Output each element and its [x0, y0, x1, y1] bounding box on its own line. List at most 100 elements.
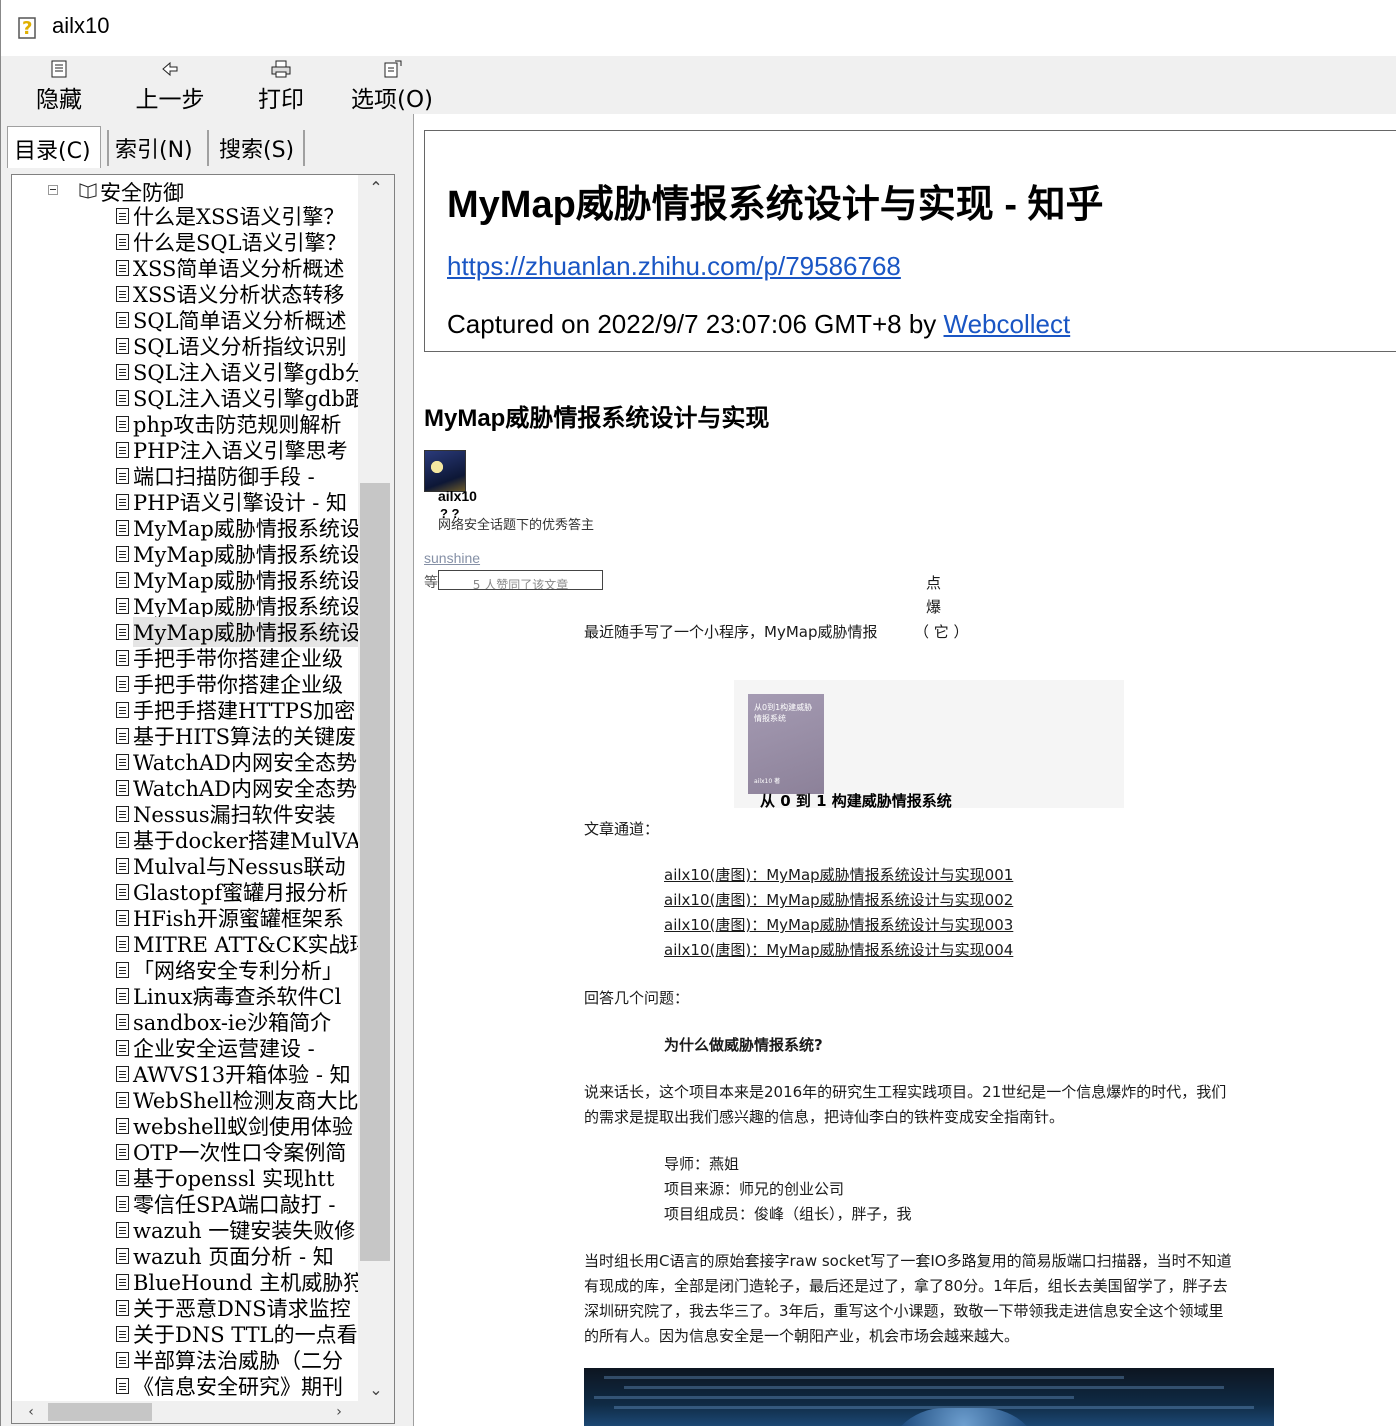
tree-item[interactable]: 什么是XSS语义引擎？ — [116, 203, 358, 229]
tree-item[interactable]: MyMap威胁情报系统设 — [116, 593, 358, 619]
scroll-right-icon[interactable]: › — [324, 1401, 354, 1423]
tree-item[interactable]: php攻击防范规则解析 — [116, 411, 358, 437]
tab-contents[interactable]: 目录(C) — [7, 126, 101, 168]
page-icon — [116, 416, 129, 432]
tree-item[interactable]: PHP语义引擎设计 - 知 — [116, 489, 358, 515]
tree-item[interactable]: Mulval与Nessus联动 — [116, 853, 358, 879]
article-link[interactable]: ailx10(唐图)：MyMap威胁情报系统设计与实现001 — [664, 864, 1013, 885]
page-icon — [116, 598, 129, 614]
tree-item[interactable]: 「网络安全专利分析」 — [116, 957, 358, 983]
tree-item[interactable]: AWVS13开箱体验 - 知 — [116, 1061, 358, 1087]
vertical-scrollbar[interactable]: ⌃ ⌄ — [358, 175, 394, 1403]
page-icon — [116, 312, 129, 328]
article-link[interactable]: ailx10(唐图)：MyMap威胁情报系统设计与实现002 — [664, 889, 1013, 910]
tree-item[interactable]: WatchAD内网安全态势 — [116, 775, 358, 801]
sunshine-link[interactable]: sunshine — [424, 550, 480, 566]
tree-item[interactable]: sandbox-ie沙箱简介 — [116, 1009, 358, 1035]
collapse-icon[interactable] — [48, 185, 58, 195]
hide-button[interactable]: 隐藏 — [31, 56, 87, 114]
tree-item[interactable]: 关于DNS TTL的一点看 — [116, 1321, 358, 1347]
page-icon — [116, 884, 129, 900]
tab-search[interactable]: 搜索(S) — [213, 126, 309, 168]
back-button[interactable]: 上一步 — [131, 56, 209, 114]
tree-item[interactable]: wazuh 页面分析 - 知 — [116, 1243, 358, 1269]
tree-item[interactable]: 半部算法治威胁（二分 — [116, 1347, 358, 1373]
tree-item[interactable]: SQL简单语义分析概述 — [116, 307, 358, 333]
author-name[interactable]: ailx10 — [438, 488, 477, 504]
book-card[interactable]: 从0到1构建威胁 情报系统 ailx10 著 从 0 到 1 构建威胁情报系统 — [734, 680, 1124, 808]
tree-item[interactable]: SQL语义分析指纹识别 — [116, 333, 358, 359]
tree-item[interactable]: OTP一次性口令案例简 — [116, 1139, 358, 1165]
tree-item[interactable]: XSS简单语义分析概述 — [116, 255, 358, 281]
question-heading: 为什么做威胁情报系统? — [664, 1036, 823, 1054]
capture-info: Captured on 2022/9/7 23:07:06 GMT+8 by W… — [447, 309, 1070, 340]
tree-item[interactable]: 企业安全运营建设 - — [116, 1035, 358, 1061]
qa-label: 回答几个问题： — [584, 989, 690, 1007]
open-book-icon — [79, 183, 97, 199]
scroll-up-icon[interactable]: ⌃ — [358, 175, 394, 201]
article-link[interactable]: ailx10(唐图)：MyMap威胁情报系统设计与实现004 — [664, 939, 1013, 960]
tree-item[interactable]: 什么是SQL语义引擎？ — [116, 229, 358, 255]
tree-item[interactable]: WebShell检测友商大比 — [116, 1087, 358, 1113]
vote-count-box: 5 人赞同了该文章 — [438, 570, 603, 590]
tree-item[interactable]: Glastopf蜜罐月报分析 — [116, 879, 358, 905]
scroll-left-icon[interactable]: ‹ — [16, 1401, 46, 1423]
tree-item[interactable]: 端口扫描防御手段 - — [116, 463, 358, 489]
tree-item[interactable]: 基于docker搭建MulVA — [116, 827, 358, 853]
tree-item[interactable]: 《信息安全研究》期刊 — [116, 1373, 358, 1399]
tree-item[interactable]: 基于openssl 实现htt — [116, 1165, 358, 1191]
page-icon — [116, 858, 129, 874]
tree-item[interactable]: SQL注入语义引擎gdb分 — [116, 359, 358, 385]
tree-item[interactable]: XSS语义分析状态转移 — [116, 281, 358, 307]
page-icon — [116, 520, 129, 536]
hscrollbar-thumb[interactable] — [48, 1403, 152, 1421]
tree-item[interactable]: 零信任SPA端口敲打 - — [116, 1191, 358, 1217]
print-label: 打印 — [258, 87, 304, 113]
options-button[interactable]: 选项(O) — [347, 56, 437, 114]
webcollect-link[interactable]: Webcollect — [944, 309, 1071, 339]
image-detail — [594, 1396, 1074, 1399]
tree-item[interactable]: WatchAD内网安全态势 — [116, 749, 358, 775]
image-detail — [624, 1386, 1224, 1389]
tree-item[interactable]: 手把手带你搭建企业级 — [116, 671, 358, 697]
horizontal-scrollbar[interactable]: ‹ › — [12, 1401, 394, 1423]
paragraph-line: 深圳研究院了，我去华三了。3年后，重写这个小课题，致敬一下带领我走进信息安全这个… — [584, 1302, 1224, 1320]
tree-item[interactable]: 手把手带你搭建企业级 — [116, 645, 358, 671]
article-link[interactable]: ailx10(唐图)：MyMap威胁情报系统设计与实现003 — [664, 914, 1013, 935]
tree-item[interactable]: 关于恶意DNS请求监控 — [116, 1295, 358, 1321]
source-url-link[interactable]: https://zhuanlan.zhihu.com/p/79586768 — [447, 251, 901, 282]
tab-index[interactable]: 索引(N) — [109, 126, 205, 168]
print-button[interactable]: 打印 — [253, 56, 309, 114]
tab-search-label: 搜索(S) — [219, 138, 295, 163]
pane-splitter[interactable] — [406, 114, 414, 1426]
book-caption: 从 0 到 1 构建威胁情报系统 — [760, 792, 952, 808]
page-icon — [116, 832, 129, 848]
paragraph-line: 说来话长，这个项目本来是2016年的研究生工程实践项目。21世纪是一个信息爆炸的… — [584, 1083, 1227, 1101]
tree-item[interactable]: webshell蚁剑使用体验 — [116, 1113, 358, 1139]
tree-item[interactable]: MITRE ATT&CK实战环境 — [116, 931, 358, 957]
capture-header-box: MyMap威胁情报系统设计与实现 - 知乎 https://zhuanlan.z… — [424, 130, 1396, 352]
scroll-down-icon[interactable]: ⌄ — [358, 1377, 394, 1403]
page-icon — [116, 1222, 129, 1238]
tree-item[interactable]: BlueHound 主机威胁狩 — [116, 1269, 358, 1295]
page-icon — [116, 1170, 129, 1186]
tree-item[interactable]: HFish开源蜜罐框架系 — [116, 905, 358, 931]
page-icon — [116, 650, 129, 666]
tree-item[interactable]: 手把手搭建HTTPS加密 — [116, 697, 358, 723]
tree-item[interactable]: MyMap威胁情报系统设 — [116, 617, 358, 647]
tree-item[interactable]: SQL注入语义引擎gdb跟 — [116, 385, 358, 411]
tree-item[interactable]: MyMap威胁情报系统设 — [116, 515, 358, 541]
tree-item[interactable]: MyMap威胁情报系统设 — [116, 541, 358, 567]
scrollbar-thumb[interactable] — [360, 483, 390, 1261]
vote-count-text: 5 人赞同了该文章 — [472, 578, 569, 590]
tree-item-label: 《信息安全研究》期刊 — [133, 1375, 343, 1399]
tree-item[interactable]: PHP注入语义引擎思考 — [116, 437, 358, 463]
page-icon — [116, 364, 129, 380]
page-icon — [116, 1040, 129, 1056]
author-avatar[interactable] — [424, 450, 466, 492]
tree-item[interactable]: Linux病毒查杀软件Cl — [116, 983, 358, 1009]
tree-item[interactable]: wazuh 一键安装失败修 — [116, 1217, 358, 1243]
tree-item[interactable]: MyMap威胁情报系统设 — [116, 567, 358, 593]
tree-item[interactable]: Nessus漏扫软件安装 — [116, 801, 358, 827]
tree-item[interactable]: 基于HITS算法的关键废 — [116, 723, 358, 749]
